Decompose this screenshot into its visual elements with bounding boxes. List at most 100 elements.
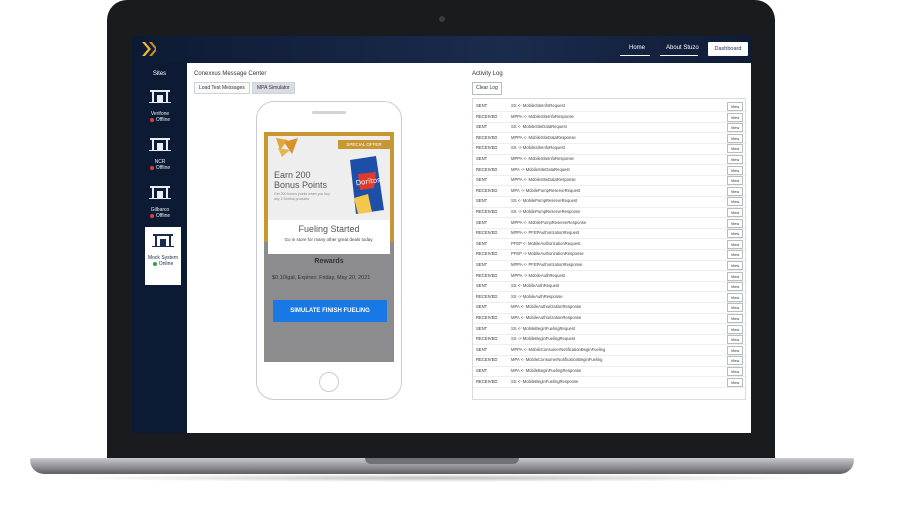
view-button[interactable]: View [727,208,743,217]
phone-mockup: SPECIAL OFFER Earn 200 Bonus Points Get … [256,101,402,400]
laptop-shadow [60,474,820,482]
view-button[interactable]: View [727,165,743,175]
log-type: RECEIVED [476,315,498,320]
phone-home-button[interactable] [319,372,339,392]
log-type: SENT [476,124,488,130]
tab-load-test-messages[interactable]: Load Test Messages [194,82,250,94]
tab-mpa-simulator[interactable]: MPA Simulator [252,82,295,94]
sidebar-site-ncr[interactable]: NCR Offline [140,137,180,185]
log-type: SENT [476,219,488,225]
log-type: SENT [476,103,488,108]
rewards-title: Rewards [314,258,344,265]
log-row: SENT SS <- MobilePumpReserveRequest View [473,196,745,208]
brand-logo-icon[interactable] [140,40,158,58]
log-message: MPPA <- PFEPAuthorizationResponse [511,262,583,267]
view-button[interactable]: View [727,356,743,366]
dashboard-button[interactable]: Dashboard [708,42,748,56]
view-button[interactable]: View [727,345,743,355]
view-button[interactable]: View [727,271,743,281]
status-dot-icon [152,261,157,266]
log-type: RECEIVED [476,230,498,236]
offer-card[interactable]: SPECIAL OFFER Earn 200 Bonus Points Get … [264,132,394,254]
offer-title: Earn 200 Bonus Points [274,170,328,190]
view-button[interactable]: View [727,377,743,387]
log-message: SS -> MobileAuthResponse [511,293,563,299]
phone-screen: SPECIAL OFFER Earn 200 Bonus Points Get … [264,132,394,362]
log-message: MPPA <- MobileSiteDataResponse [511,134,576,140]
log-message: SS <- MobilePumpReserveRequest [511,198,578,204]
view-button[interactable]: View [727,144,743,154]
gas-station-icon [152,234,174,247]
view-button[interactable]: View [727,218,743,228]
log-message: PFEP <- MobileAuthorizationRequest [511,240,581,246]
view-button[interactable]: View [727,303,743,313]
log-message: SS <- MobileAuthRequest [511,283,560,289]
view-button[interactable]: View [727,250,743,260]
log-type: SENT [476,346,488,352]
message-center-title: Conexxus Message Center [194,71,267,77]
sidebar-site-gilbarco[interactable]: Gilbarco Offline [140,185,180,233]
log-row: SENT MPA <- MobileBeginFuelingResponse Vie… [473,366,745,378]
log-type: RECEIVED [476,134,498,140]
log-type: RECEIVED [476,272,498,278]
view-button[interactable]: View [727,102,743,111]
view-button[interactable]: View [727,133,743,143]
view-button[interactable]: View [727,123,743,133]
log-type: RECEIVED [476,113,498,119]
view-button[interactable]: View [727,176,743,186]
gas-station-icon [149,90,171,103]
log-row: RECEIVED MPPA <- MobileSiteDataResponse Vi… [473,133,745,144]
log-type: SENT [476,198,488,204]
rewards-area: Rewards $0.10/gal, Expires: Friday, May … [264,254,394,362]
log-type: RECEIVED [476,378,498,384]
view-button[interactable]: View [727,197,743,207]
view-button[interactable]: View [727,229,743,239]
log-row: RECEIVED MPA <- MobileAuthorizationRespon… [473,313,745,325]
view-button[interactable]: View [727,335,743,345]
special-offer-badge: SPECIAL OFFER [338,140,390,149]
log-message: MPPA <- MobilePumpReserveResponse [511,219,587,225]
log-type: RECEIVED [476,336,498,342]
log-row: RECEIVED SS -> MobileSiteInfoRequest View [473,143,745,155]
simulate-finish-fueling-button[interactable]: SIMULATE FINISH FUELING [273,300,387,322]
top-bar: Home About Stuzo Dashboard [132,36,751,63]
view-button[interactable]: View [727,112,743,122]
activity-log-table[interactable]: SENT SS <- MobileSiteInfoRequest View RECEI… [472,98,746,400]
nav-about-link[interactable]: About Stuzo [666,45,699,51]
offer-banner: SPECIAL OFFER Earn 200 Bonus Points Get … [268,136,390,220]
sidebar-site-mock-system[interactable]: Mock System Online [145,227,181,285]
log-message: MPPA <- MobileConsumerNotificationBeginF… [511,346,606,352]
clear-log-button[interactable]: Clear Log [472,82,502,95]
view-button[interactable]: View [727,314,743,323]
log-row: RECEIVED MPPA -> MobileAuthRequest View [473,271,745,282]
sidebar-site-verifone[interactable]: Verifone Offline [140,89,180,137]
log-row: SENT MPPA <- MobileConsumerNotificationBe… [473,345,745,356]
log-row: SENT MPA <- MobileAuthorizationResponse Vi… [473,302,745,314]
log-row: RECEIVED MPA -> MobilePumpReserveRequest V… [473,186,745,197]
reward-line: $0.10/gal, Expires: Friday, May 20, 2021 [272,275,371,281]
activity-log-title: Activity Log [472,71,503,77]
view-button[interactable]: View [727,239,743,249]
nav-home-underline [620,55,650,56]
site-status: Offline [140,213,180,220]
view-button[interactable]: View [727,324,743,334]
view-button[interactable]: View [727,155,743,164]
nav-home-link[interactable]: Home [629,45,645,51]
log-type: RECEIVED [476,187,498,193]
log-message: SS <- MobileBeginFuelingRequest [511,325,576,331]
offer-subtitle: Get 200 bonus points when you buy any 2 … [274,192,330,201]
log-row: SENT MPPA <- MobilePumpReserveResponse Vie… [473,218,745,229]
log-row: RECEIVED MPA <- MobileConsumerNotificatio… [473,355,745,367]
view-button[interactable]: View [727,367,743,376]
fueling-subtitle: Go in store for many other great deals t… [284,237,374,242]
view-button[interactable]: View [727,186,743,196]
view-button[interactable]: View [727,261,743,270]
webcam [439,16,445,22]
view-button[interactable]: View [727,282,743,292]
log-row: RECEIVED MPA -> MobileSiteDataRequest View [473,165,745,176]
log-message: MPA <- MobileBeginFuelingResponse [511,368,582,373]
log-message: MPA <- MobileAuthorizationResponse [511,304,582,310]
view-button[interactable]: View [727,292,743,302]
log-message: MPA <- MobileConsumerNotificationBeginFu… [511,357,603,363]
gas-station-icon [149,186,171,199]
